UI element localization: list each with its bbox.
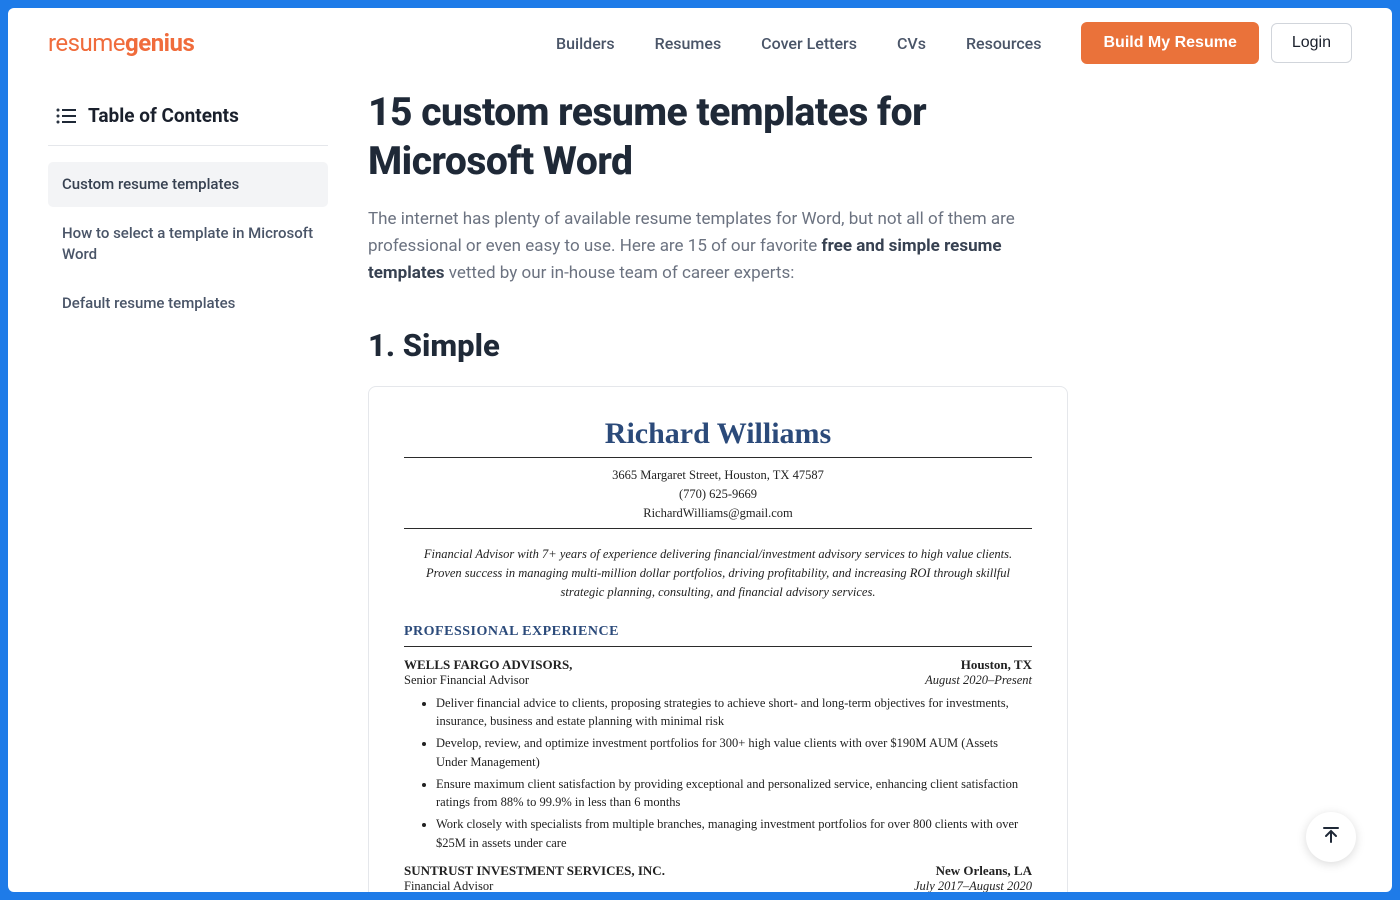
intro-c: vetted by our in-house team of career ex… (444, 263, 794, 283)
resume-job1-head: WELLS FARGO ADVISORS, Houston, TX (404, 657, 1032, 673)
build-resume-button[interactable]: Build My Resume (1081, 22, 1258, 64)
logo-part-b: genius (125, 29, 194, 57)
resume-bullet: Deliver financial advice to clients, pro… (436, 694, 1032, 732)
resume-bullet: Ensure maximum client satisfaction by pr… (436, 775, 1032, 813)
toc-header: Table of Contents (48, 88, 328, 146)
resume-divider (404, 457, 1032, 458)
resume-preview[interactable]: Richard Williams 3665 Margaret Street, H… (368, 386, 1068, 892)
logo[interactable]: resumegenius (48, 29, 194, 57)
nav-builders[interactable]: Builders (556, 34, 615, 53)
template-heading: 1. Simple (368, 327, 1068, 364)
nav-cvs[interactable]: CVs (897, 34, 926, 53)
nav-cover-letters[interactable]: Cover Letters (761, 34, 857, 53)
resume-job2-location: New Orleans, LA (936, 863, 1032, 879)
toc-title: Table of Contents (88, 104, 239, 127)
header: resumegenius Builders Resumes Cover Lett… (8, 8, 1392, 78)
resume-bullet: Develop, review, and optimize investment… (436, 734, 1032, 772)
toc-item-select[interactable]: How to select a template in Microsoft Wo… (48, 211, 328, 277)
resume-job1-company: WELLS FARGO ADVISORS, (404, 657, 572, 673)
resume-divider (404, 528, 1032, 529)
resume-contact: 3665 Margaret Street, Houston, TX 47587 … (404, 466, 1032, 522)
sidebar: Table of Contents Custom resume template… (48, 88, 328, 892)
main-nav: Builders Resumes Cover Letters CVs Resou… (556, 34, 1041, 53)
resume-job2-dates: July 2017–August 2020 (914, 879, 1032, 892)
resume-job1-location: Houston, TX (961, 657, 1032, 673)
resume-phone: (770) 625-9669 (404, 485, 1032, 504)
page-heading: 15 custom resume templates for Microsoft… (368, 88, 1068, 186)
resume-job2-sub: Financial Advisor July 2017–August 2020 (404, 879, 1032, 892)
toc-item-custom[interactable]: Custom resume templates (48, 162, 328, 207)
resume-email: RichardWilliams@gmail.com (404, 504, 1032, 523)
intro-text: The internet has plenty of available res… (368, 206, 1068, 288)
list-icon (56, 108, 76, 124)
nav-resources[interactable]: Resources (966, 34, 1042, 53)
toc-item-default[interactable]: Default resume templates (48, 281, 328, 326)
main-content: 15 custom resume templates for Microsoft… (328, 88, 1068, 892)
scroll-to-top-button[interactable] (1306, 812, 1356, 862)
resume-bullet: Work closely with specialists from multi… (436, 815, 1032, 853)
resume-summary: Financial Advisor with 7+ years of exper… (404, 535, 1032, 605)
resume-job1-bullets: Deliver financial advice to clients, pro… (436, 694, 1032, 853)
resume-job1-dates: August 2020–Present (925, 673, 1032, 688)
resume-address: 3665 Margaret Street, Houston, TX 47587 (404, 466, 1032, 485)
nav-resumes[interactable]: Resumes (655, 34, 722, 53)
logo-part-a: resume (48, 29, 125, 57)
resume-job2-title: Financial Advisor (404, 879, 493, 892)
arrow-up-icon (1321, 825, 1341, 849)
resume-divider (404, 646, 1032, 647)
resume-section-experience: PROFESSIONAL EXPERIENCE (404, 624, 1032, 640)
resume-job1-sub: Senior Financial Advisor August 2020–Pre… (404, 673, 1032, 688)
login-button[interactable]: Login (1271, 23, 1352, 63)
resume-job2-company: SUNTRUST INVESTMENT SERVICES, INC. (404, 863, 665, 879)
resume-job1-title: Senior Financial Advisor (404, 673, 529, 688)
resume-job2-head: SUNTRUST INVESTMENT SERVICES, INC. New O… (404, 863, 1032, 879)
resume-name: Richard Williams (404, 417, 1032, 451)
